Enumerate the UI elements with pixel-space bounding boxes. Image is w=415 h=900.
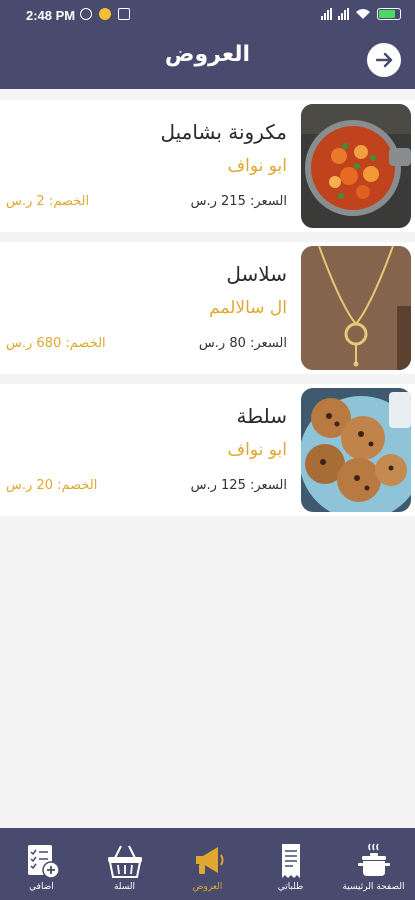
offer-vendor: ابو نواف bbox=[227, 440, 288, 460]
offer-discount: الخصم: 2 ر.س bbox=[6, 194, 90, 209]
offer-discount: الخصم: 680 ر.س bbox=[6, 336, 106, 351]
media-icon bbox=[118, 8, 130, 20]
offer-price: السعر: 125 ر.س bbox=[190, 478, 287, 493]
status-bar: 2:48 PM bbox=[0, 0, 415, 30]
offer-price: السعر: 80 ر.س bbox=[198, 336, 287, 351]
battery-icon bbox=[377, 8, 401, 20]
nav-label-cart: السلة bbox=[113, 882, 136, 892]
offer-vendor: ال سالالمم bbox=[209, 298, 287, 318]
back-button[interactable] bbox=[367, 43, 401, 77]
signal-icon-2 bbox=[338, 8, 349, 20]
basket-icon bbox=[107, 845, 142, 878]
nav-item-more[interactable]: اضافي bbox=[0, 828, 83, 900]
offer-card[interactable]: سلطة ابو نواف السعر: 125 ر.س الخصم: 20 ر… bbox=[0, 384, 415, 516]
checklist-add-icon bbox=[27, 845, 60, 879]
cookies-photo bbox=[301, 388, 411, 512]
arrow-right-icon bbox=[375, 52, 393, 68]
pasta-dish-photo bbox=[301, 104, 411, 228]
offer-vendor: ابو نواف bbox=[227, 156, 288, 176]
necklace-photo bbox=[301, 246, 411, 370]
offer-title: مكرونة بشاميل bbox=[160, 120, 288, 144]
wifi-icon bbox=[356, 9, 370, 19]
cooking-pot-icon bbox=[357, 843, 390, 876]
page-title: العروض bbox=[164, 42, 251, 67]
receipt-icon bbox=[281, 844, 300, 878]
offer-card[interactable]: مكرونة بشاميل ابو نواف السعر: 215 ر.س ال… bbox=[0, 100, 415, 232]
nav-item-home[interactable]: الصفحة الرئيسية bbox=[332, 828, 415, 900]
offer-price: السعر: 215 ر.س bbox=[190, 194, 287, 209]
offers-list: مكرونة بشاميل ابو نواف السعر: 215 ر.س ال… bbox=[0, 100, 415, 526]
offer-discount: الخصم: 20 ر.س bbox=[6, 478, 98, 493]
status-time: 2:48 PM bbox=[26, 8, 76, 23]
nav-item-orders[interactable]: طلباتي bbox=[249, 828, 332, 900]
app-bar: العروض bbox=[0, 30, 415, 89]
nav-label-home: الصفحة الرئيسية bbox=[342, 882, 405, 892]
offer-title: سلاسل bbox=[226, 262, 287, 286]
nav-item-cart[interactable]: السلة bbox=[83, 828, 166, 900]
megaphone-icon bbox=[195, 847, 223, 874]
nav-label-more: اضافي bbox=[29, 882, 54, 892]
signal-icon bbox=[321, 8, 332, 20]
bottom-nav: الصفحة الرئيسية طلباتي العروض السلة اضاف… bbox=[0, 828, 415, 900]
nav-label-offers: العروض bbox=[192, 882, 223, 892]
alarm-icon bbox=[80, 8, 92, 20]
offer-card[interactable]: سلاسل ال سالالمم السعر: 80 ر.س الخصم: 68… bbox=[0, 242, 415, 374]
offer-title: سلطة bbox=[236, 404, 287, 428]
nav-label-orders: طلباتي bbox=[277, 882, 304, 892]
notification-icon bbox=[99, 8, 111, 20]
nav-item-offers[interactable]: العروض bbox=[166, 828, 249, 900]
